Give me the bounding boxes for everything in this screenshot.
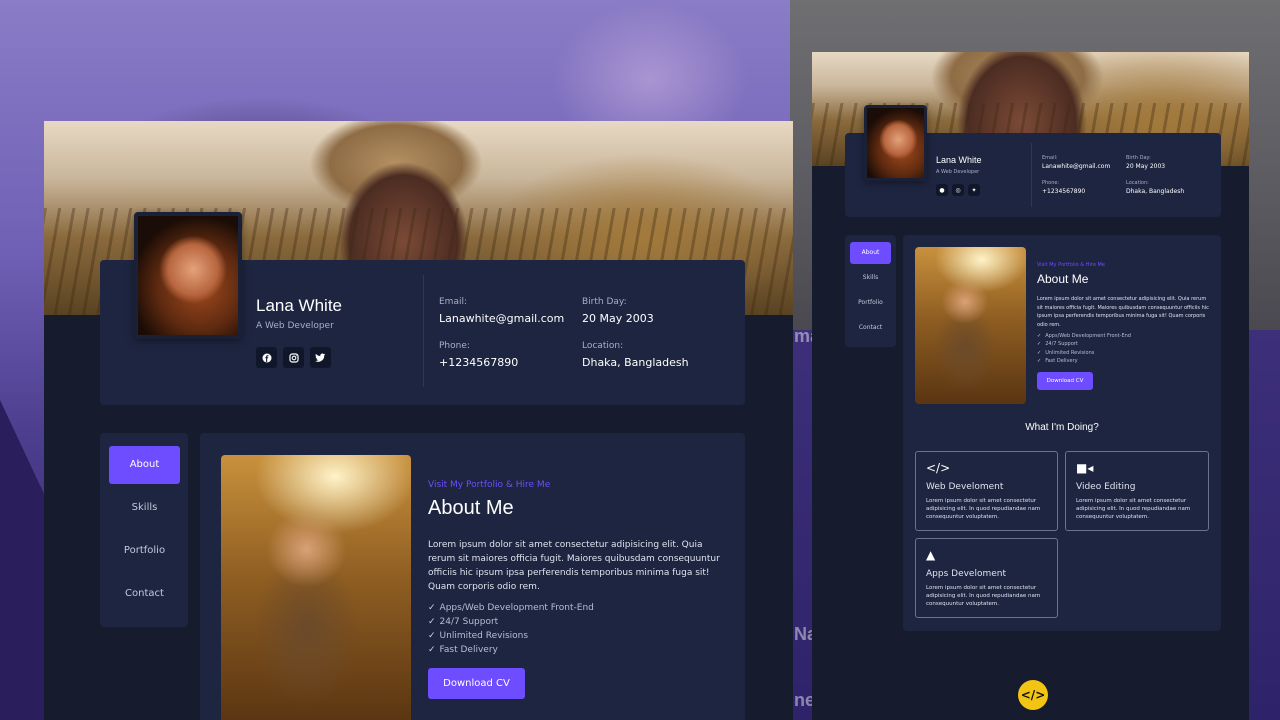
profile-avatar xyxy=(864,105,927,181)
about-title: About Me xyxy=(428,497,514,519)
profile-name: Lana White xyxy=(936,155,982,165)
main-preview-window: Lana White A Web Developer Email: Lanawh… xyxy=(44,121,793,720)
birthday-label: Birth Day: xyxy=(1126,155,1151,161)
profile-divider xyxy=(423,275,424,387)
location-value: Dhaka, Bangladesh xyxy=(1126,188,1185,195)
list-item: 24/7 Support xyxy=(428,615,594,629)
profile-divider xyxy=(1031,143,1032,207)
nav-item-about[interactable]: About xyxy=(850,242,891,264)
side-preview-window: Lana White A Web Developer ● ◎ ✦ Email: … xyxy=(812,52,1249,720)
list-item: Unlimited Revisions xyxy=(428,629,594,643)
birthday-value: 20 May 2003 xyxy=(1126,163,1166,170)
about-bullets: Apps/Web Development Front-End 24/7 Supp… xyxy=(428,601,594,657)
phone-value: +1234567890 xyxy=(439,356,519,369)
service-title: Web Develoment xyxy=(926,482,1004,492)
service-desc: Lorem ipsum dolor sit amet consectetur a… xyxy=(926,585,1041,607)
twitter-icon[interactable]: ✦ xyxy=(968,184,980,196)
about-paragraph: Lorem ipsum dolor sit amet consectetur a… xyxy=(428,540,720,592)
nav-item-portfolio[interactable]: Portfolio xyxy=(850,292,891,314)
side-nav: About Skills Portfolio Contact xyxy=(845,235,896,347)
video-icon: ■◂ xyxy=(1076,461,1094,475)
location-label: Location: xyxy=(1126,180,1149,186)
phone-label: Phone: xyxy=(1042,180,1060,186)
list-item: Fast Delivery xyxy=(1037,357,1131,365)
location-value: Dhaka, Bangladesh xyxy=(582,356,689,369)
about-title: About Me xyxy=(1037,272,1089,286)
facebook-icon[interactable]: ● xyxy=(936,184,948,196)
profile-name: Lana White xyxy=(256,296,342,315)
service-card: ▲ Apps Develoment Lorem ipsum dolor sit … xyxy=(915,538,1058,618)
email-label: Email: xyxy=(439,297,468,307)
nav-item-contact[interactable]: Contact xyxy=(850,317,891,339)
nav-item-about[interactable]: About xyxy=(109,446,180,484)
services-title: What I'm Doing? xyxy=(1025,422,1099,433)
service-title: Video Editing xyxy=(1076,482,1136,492)
about-bullets: Apps/Web Development Front-End 24/7 Supp… xyxy=(1037,332,1131,365)
profile-role: A Web Developer xyxy=(936,169,980,175)
nav-item-contact[interactable]: Contact xyxy=(109,575,180,613)
nav-item-skills[interactable]: Skills xyxy=(109,489,180,527)
code-icon: </> xyxy=(926,461,951,475)
nav-item-portfolio[interactable]: Portfolio xyxy=(109,532,180,570)
email-value: Lanawhite@gmail.com xyxy=(1042,163,1111,170)
logo-icon: </> xyxy=(1018,680,1048,710)
instagram-icon[interactable] xyxy=(283,347,304,368)
android-icon: ▲ xyxy=(926,548,936,562)
list-item: Apps/Web Development Front-End xyxy=(1037,332,1131,340)
service-desc: Lorem ipsum dolor sit amet consectetur a… xyxy=(1076,498,1191,520)
email-value: Lanawhite@gmail.com xyxy=(439,312,565,325)
list-item: Apps/Web Development Front-End xyxy=(428,601,594,615)
about-section: Visit My Portfolio & Hire Me About Me Lo… xyxy=(903,235,1221,631)
birthday-label: Birth Day: xyxy=(582,297,627,307)
list-item: Unlimited Revisions xyxy=(1037,349,1131,357)
profile-role: A Web Developer xyxy=(256,321,334,331)
service-card: </> Web Develoment Lorem ipsum dolor sit… xyxy=(915,451,1058,531)
about-eyebrow: Visit My Portfolio & Hire Me xyxy=(1037,262,1105,268)
service-card: ■◂ Video Editing Lorem ipsum dolor sit a… xyxy=(1065,451,1209,531)
download-cv-button[interactable]: Download CV xyxy=(1037,372,1093,390)
phone-value: +1234567890 xyxy=(1042,188,1086,195)
list-item: 24/7 Support xyxy=(1037,340,1131,348)
list-item: Fast Delivery xyxy=(428,643,594,657)
profile-avatar xyxy=(134,212,242,339)
email-label: Email: xyxy=(1042,155,1058,161)
instagram-icon[interactable]: ◎ xyxy=(952,184,964,196)
service-title: Apps Develoment xyxy=(926,569,1007,579)
nav-item-skills[interactable]: Skills xyxy=(850,267,891,289)
about-photo xyxy=(221,455,411,720)
about-section: Visit My Portfolio & Hire Me About Me Lo… xyxy=(200,433,745,720)
service-desc: Lorem ipsum dolor sit amet consectetur a… xyxy=(926,498,1041,520)
download-cv-button[interactable]: Download CV xyxy=(428,668,525,699)
facebook-icon[interactable] xyxy=(256,347,277,368)
side-nav: About Skills Portfolio Contact xyxy=(100,433,188,627)
birthday-value: 20 May 2003 xyxy=(582,312,654,325)
twitter-icon[interactable] xyxy=(310,347,331,368)
phone-label: Phone: xyxy=(439,341,470,351)
social-links: ● ◎ ✦ xyxy=(936,184,980,196)
location-label: Location: xyxy=(582,341,624,351)
about-photo xyxy=(915,247,1026,404)
social-links xyxy=(256,347,331,368)
about-eyebrow: Visit My Portfolio & Hire Me xyxy=(428,480,551,490)
about-paragraph: Lorem ipsum dolor sit amet consectetur a… xyxy=(1037,296,1209,328)
